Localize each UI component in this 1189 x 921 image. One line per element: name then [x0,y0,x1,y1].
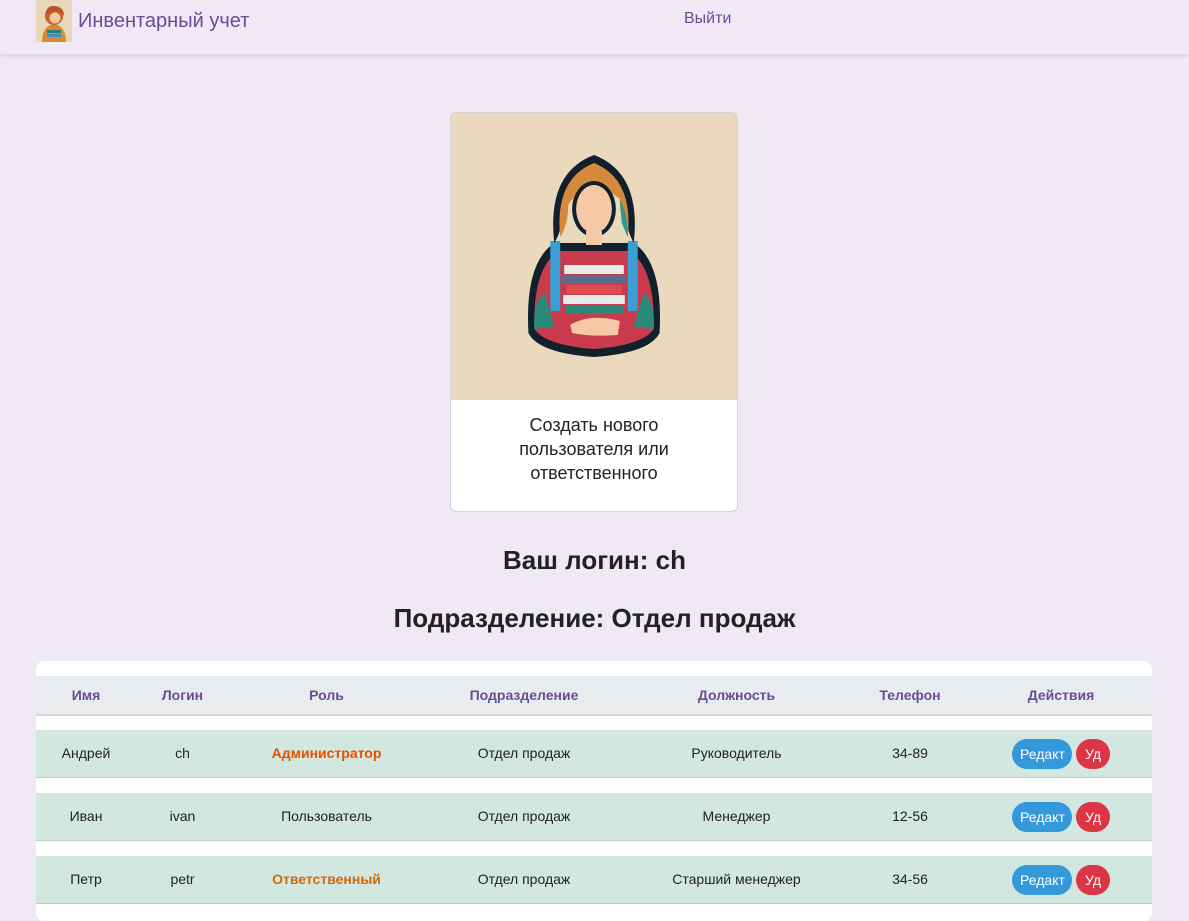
cell-role: Ответственный [272,871,381,887]
header-actions: Действия [1027,687,1095,703]
cell-role: Пользователь [281,808,372,824]
cell-department: Отдел продаж [477,745,571,761]
cell-position: Менеджер [702,808,771,824]
cell-role: Администратор [271,745,382,761]
edit-button[interactable]: Редакт [1012,801,1072,832]
brand-link[interactable]: Инвентарный учет [36,0,249,42]
cell-phone: 34-56 [892,871,928,887]
cell-login: ch [175,745,190,761]
create-user-text: Создать нового пользователя или ответств… [519,415,669,483]
cell-phone: 34-89 [892,745,928,761]
department-heading: Подразделение: Отдел продаж [393,603,796,633]
cell-name: Иван [69,808,103,824]
header-phone: Телефон [879,687,941,703]
table-row: Иван ivan Пользователь Отдел продаж Мене… [36,793,1152,841]
edit-button[interactable]: Редакт [1012,738,1072,769]
login-heading: Ваш логин: ch [503,545,686,575]
delete-button[interactable]: Уд [1076,864,1110,895]
delete-button[interactable]: Уд [1076,738,1110,769]
cell-name: Петр [70,871,102,887]
users-table: Имя Логин Роль Подразделение Должность Т… [36,661,1152,921]
header-position: Должность [697,687,776,703]
cell-actions: Редакт Уд [971,856,1151,903]
navbar: Инвентарный учет Выйти [0,0,1189,54]
cell-department: Отдел продаж [477,871,571,887]
brand-title: Инвентарный учет [78,9,250,32]
header-name: Имя [71,687,101,703]
person-with-books-illustration [451,113,737,400]
cell-login: ivan [169,808,196,824]
logo-icon [36,0,72,42]
cell-position: Руководитель [691,745,782,761]
cell-department: Отдел продаж [477,808,571,824]
delete-button[interactable]: Уд [1076,801,1110,832]
cell-name: Андрей [61,745,111,761]
cell-login: petr [170,871,195,887]
cell-actions: Редакт Уд [971,730,1151,777]
edit-button[interactable]: Редакт [1012,864,1072,895]
table-header: Имя Логин Роль Подразделение Должность Т… [36,676,1152,716]
header-department: Подразделение [469,687,579,703]
cell-phone: 12-56 [892,808,928,824]
header-login: Логин [161,687,204,703]
table-row: Андрей ch Администратор Отдел продаж Рук… [36,730,1152,778]
cell-position: Старший менеджер [672,871,801,887]
header-role: Роль [309,687,344,703]
logout-link[interactable]: Выйти [684,10,731,28]
create-user-card[interactable]: Создать нового пользователя или ответств… [450,112,738,512]
cell-actions: Редакт Уд [971,793,1151,840]
table-row: Петр petr Ответственный Отдел продаж Ста… [36,856,1152,904]
